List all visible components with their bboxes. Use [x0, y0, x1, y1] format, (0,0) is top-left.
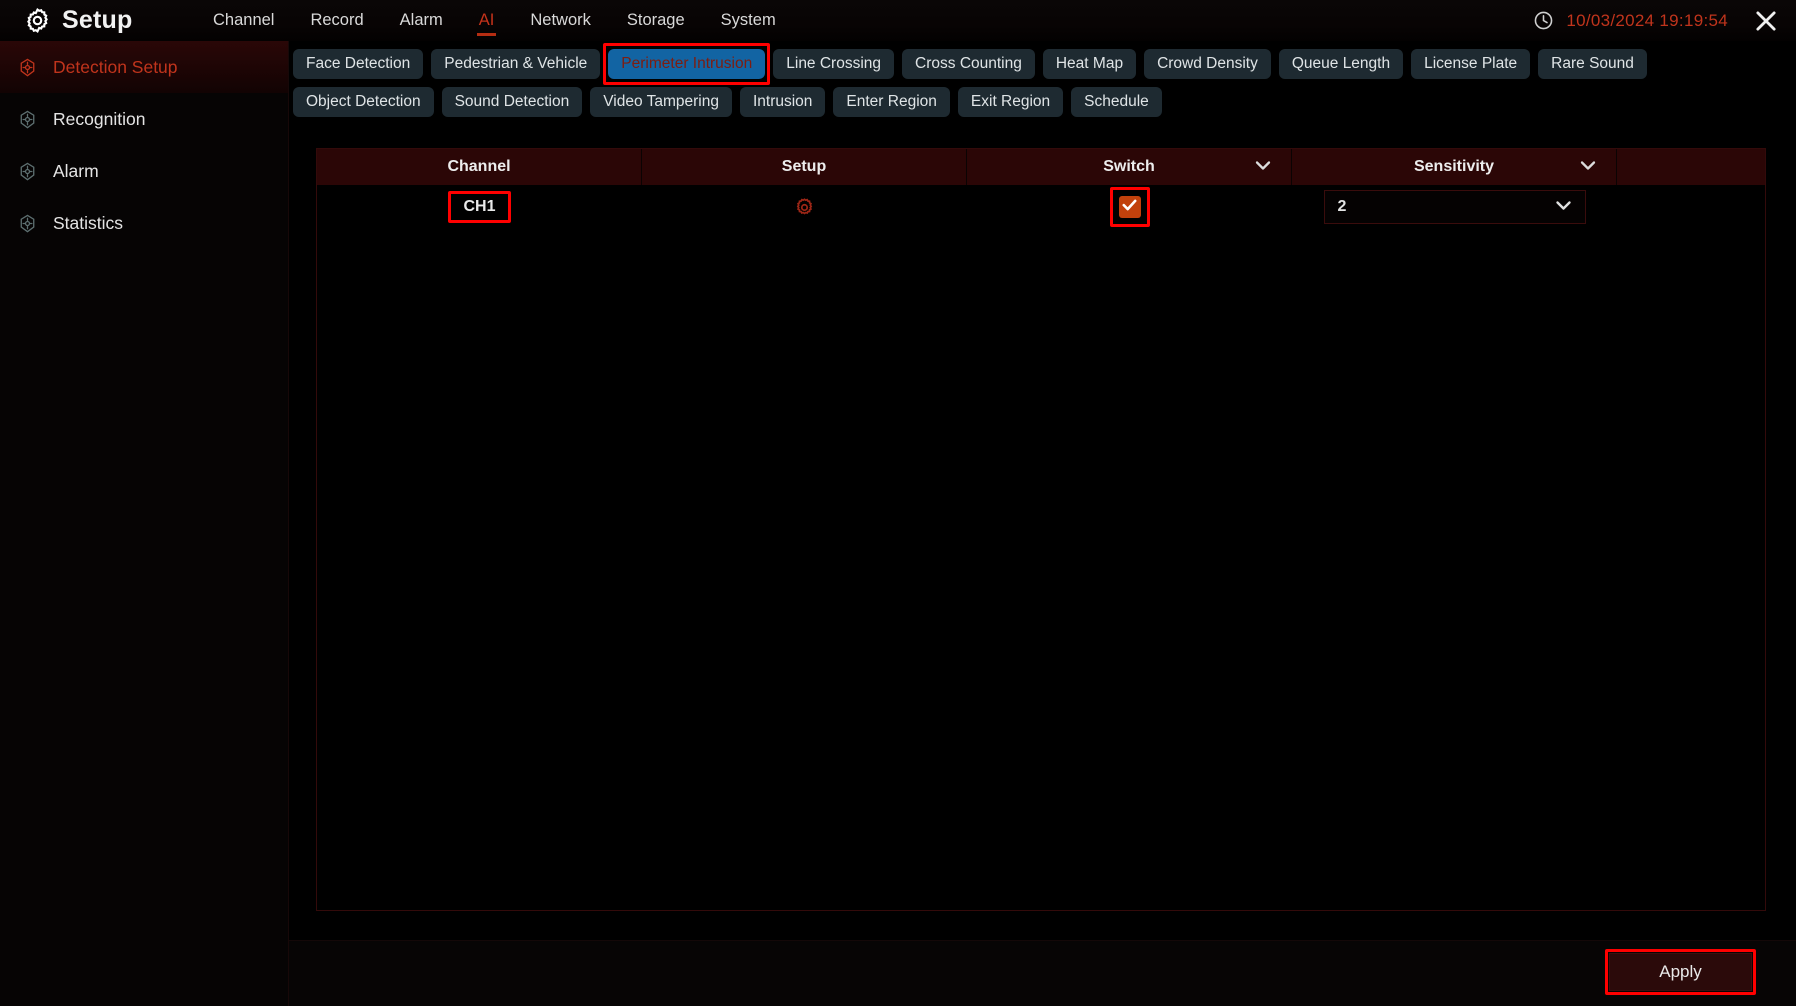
tab-bar: Face Detection Pedestrian & Vehicle Peri… — [289, 41, 1796, 117]
page-title: Setup — [62, 6, 133, 34]
sidebar-item-label: Alarm — [53, 160, 99, 181]
tab-enter-region[interactable]: Enter Region — [833, 87, 950, 117]
column-header-sensitivity-label: Sensitivity — [1413, 158, 1495, 175]
target-icon — [19, 110, 36, 129]
chevron-down-icon[interactable] — [1580, 158, 1596, 176]
content-panel: Channel Setup Switch Sensitivity CH1 2 — [316, 148, 1766, 911]
sensitivity-dropdown[interactable]: 2 — [1323, 190, 1586, 224]
tab-license-plate[interactable]: License Plate — [1411, 49, 1531, 79]
tab-perimeter-intrusion[interactable]: Perimeter Intrusion — [608, 49, 766, 79]
sidebar-item-label: Recognition — [53, 108, 146, 129]
nav-item-record[interactable]: Record — [292, 0, 381, 41]
tab-pedestrian-vehicle[interactable]: Pedestrian & Vehicle — [431, 49, 601, 79]
chevron-down-icon — [1555, 198, 1572, 216]
cell-switch — [967, 186, 1292, 228]
chevron-down-icon[interactable] — [1255, 158, 1271, 176]
tab-perimeter-intrusion-wrap: Perimeter Intrusion — [603, 43, 771, 85]
nav-item-network[interactable]: Network — [512, 0, 609, 41]
sensitivity-value: 2 — [1337, 198, 1347, 215]
table-row: CH1 2 — [317, 186, 1765, 228]
sidebar-item-detection-setup[interactable]: Detection Setup — [0, 41, 288, 93]
main-nav: Channel Record Alarm AI Network Storage … — [195, 0, 794, 41]
cell-sensitivity: 2 — [1292, 186, 1617, 228]
channel-value-wrap: CH1 — [448, 191, 511, 223]
column-header-switch: Switch — [967, 149, 1292, 185]
footer-bar: Apply — [289, 940, 1796, 1006]
sidebar-item-statistics[interactable]: Statistics — [0, 197, 288, 249]
tab-row-primary: Face Detection Pedestrian & Vehicle Peri… — [289, 41, 1796, 85]
gear-icon[interactable] — [794, 197, 815, 218]
tab-schedule[interactable]: Schedule — [1071, 87, 1162, 117]
tab-queue-length[interactable]: Queue Length — [1278, 49, 1404, 79]
app-brand: Setup — [0, 6, 195, 35]
check-icon — [1122, 198, 1137, 216]
cell-spacer — [1617, 186, 1765, 228]
tab-line-crossing[interactable]: Line Crossing — [773, 49, 895, 79]
close-icon[interactable] — [1740, 7, 1780, 35]
column-header-channel: Channel — [317, 149, 642, 185]
nav-item-ai[interactable]: AI — [461, 0, 513, 41]
sidebar-item-recognition[interactable]: Recognition — [0, 93, 288, 145]
column-header-spacer — [1617, 149, 1765, 185]
tab-sound-detection[interactable]: Sound Detection — [441, 87, 583, 117]
cell-channel: CH1 — [317, 186, 642, 228]
column-header-sensitivity: Sensitivity — [1292, 149, 1617, 185]
tab-rare-sound[interactable]: Rare Sound — [1538, 49, 1647, 79]
tab-video-tampering[interactable]: Video Tampering — [590, 87, 732, 117]
sidebar-item-label: Detection Setup — [53, 56, 178, 77]
channel-value: CH1 — [463, 198, 496, 215]
column-header-switch-label: Switch — [1103, 158, 1155, 175]
apply-button-wrap: Apply — [1605, 949, 1756, 995]
tab-face-detection[interactable]: Face Detection — [293, 49, 424, 79]
tab-intrusion[interactable]: Intrusion — [739, 87, 826, 117]
sidebar-item-label: Statistics — [53, 212, 124, 233]
sidebar: Detection Setup Recognition Alarm Statis… — [0, 41, 289, 1006]
switch-checkbox[interactable] — [1118, 196, 1141, 218]
datetime-label: 10/03/2024 19:19:54 — [1566, 10, 1728, 30]
clock-icon — [1533, 10, 1554, 31]
table-header: Channel Setup Switch Sensitivity — [317, 149, 1765, 186]
nav-item-alarm[interactable]: Alarm — [382, 0, 461, 41]
titlebar-right: 10/03/2024 19:19:54 — [1533, 0, 1780, 41]
setup-window: Setup Channel Record Alarm AI Network St… — [0, 0, 1796, 1006]
tab-exit-region[interactable]: Exit Region — [957, 87, 1064, 117]
tab-cross-counting[interactable]: Cross Counting — [902, 49, 1035, 79]
cell-setup — [642, 186, 967, 228]
tab-heat-map[interactable]: Heat Map — [1042, 49, 1137, 79]
tab-crowd-density[interactable]: Crowd Density — [1144, 49, 1271, 79]
apply-button[interactable]: Apply — [1609, 953, 1752, 991]
nav-item-storage[interactable]: Storage — [609, 0, 703, 41]
nav-item-system[interactable]: System — [703, 0, 794, 41]
column-header-setup: Setup — [642, 149, 967, 185]
title-bar: Setup Channel Record Alarm AI Network St… — [0, 0, 1796, 41]
tab-row-secondary: Object Detection Sound Detection Video T… — [289, 79, 1796, 117]
switch-checkbox-wrap — [1109, 187, 1150, 227]
target-icon — [19, 58, 36, 77]
target-icon — [19, 214, 36, 233]
nav-item-channel[interactable]: Channel — [195, 0, 292, 41]
target-icon — [19, 162, 36, 181]
gear-icon — [24, 7, 51, 34]
sidebar-item-alarm[interactable]: Alarm — [0, 145, 288, 197]
tab-object-detection[interactable]: Object Detection — [293, 87, 434, 117]
